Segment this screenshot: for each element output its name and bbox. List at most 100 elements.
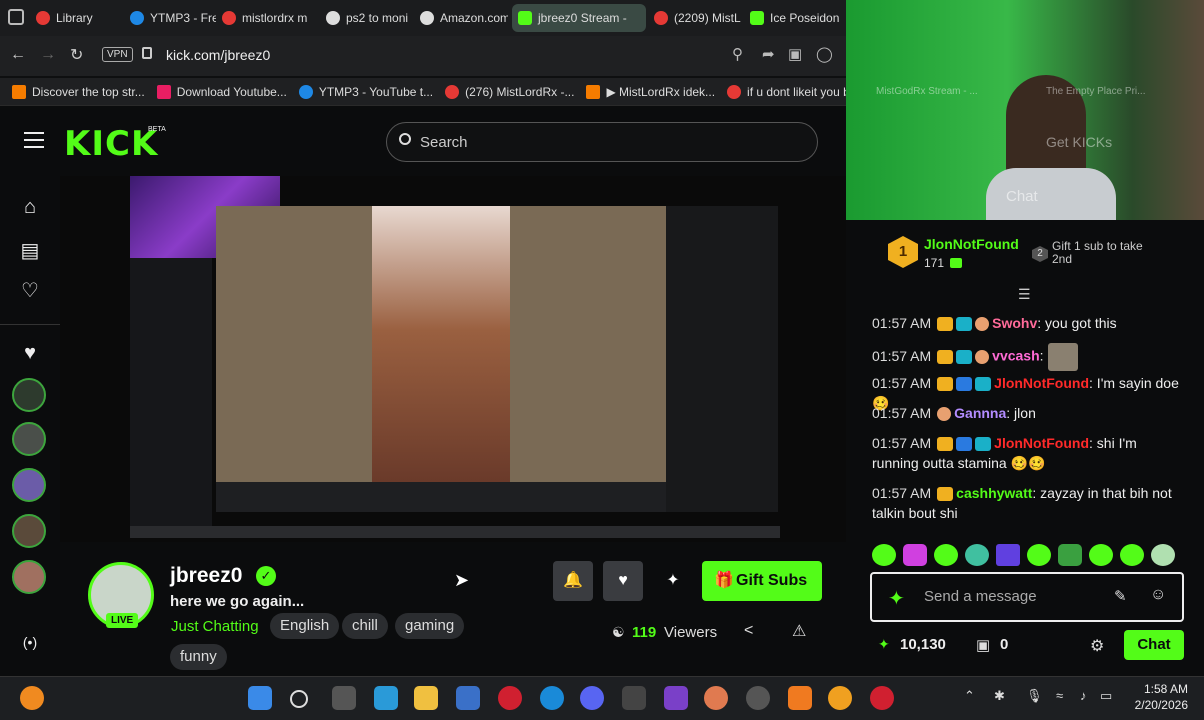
copilot-icon[interactable] bbox=[374, 686, 398, 710]
bookmark-item[interactable]: YTMP3 - YouTube t... bbox=[298, 84, 433, 99]
taskbar-date[interactable]: 2/20/2026 bbox=[1124, 698, 1188, 712]
emote-icon[interactable] bbox=[1027, 544, 1051, 566]
bookmark-item[interactable]: Discover the top str... bbox=[12, 84, 145, 99]
chat-input-box[interactable]: ✦ Send a message ✎ ☺ bbox=[870, 572, 1184, 622]
channel-avatar[interactable] bbox=[12, 468, 46, 502]
kick-logo[interactable]: KICK bbox=[64, 124, 158, 164]
tray-app-icon[interactable]: ✱ bbox=[994, 688, 1005, 704]
tag-chill[interactable]: chill bbox=[342, 613, 388, 639]
following-heart-icon[interactable]: ♡ bbox=[18, 278, 42, 302]
emote-icon[interactable] bbox=[1058, 544, 1082, 566]
report-icon[interactable]: ⚠ bbox=[792, 621, 806, 641]
task-view-icon[interactable] bbox=[332, 686, 356, 710]
tab-ps2[interactable]: ps2 to moni bbox=[320, 4, 412, 32]
emote-icon[interactable] bbox=[1120, 544, 1144, 566]
zoom-icon[interactable]: ⚲ bbox=[732, 45, 743, 63]
sparkle-icon[interactable]: ✦ bbox=[888, 586, 905, 611]
microphone-icon[interactable]: 🎙 bbox=[1026, 688, 1043, 704]
chrome-icon[interactable] bbox=[828, 686, 852, 710]
app-icon[interactable] bbox=[664, 686, 688, 710]
top-gifter-name[interactable]: JlonNotFound bbox=[924, 236, 1019, 252]
gift-subs-button[interactable]: 🎁 Gift Subs bbox=[702, 561, 822, 601]
emoji-icon[interactable]: ☺ bbox=[1150, 586, 1166, 604]
emote-icon[interactable] bbox=[965, 544, 989, 566]
discord-icon[interactable] bbox=[580, 686, 604, 710]
share-stream-icon[interactable]: < bbox=[744, 622, 753, 640]
wifi-icon[interactable]: ≈ bbox=[1056, 688, 1063, 703]
channel-avatar[interactable] bbox=[12, 560, 46, 594]
app-icon[interactable] bbox=[704, 686, 728, 710]
shield-icon[interactable]: ◯ bbox=[816, 45, 833, 63]
chat-input[interactable]: Send a message bbox=[924, 588, 1037, 605]
search-input[interactable]: Search bbox=[420, 134, 468, 151]
volume-icon[interactable]: ♪ bbox=[1080, 688, 1087, 703]
follow-heart-icon[interactable]: ♥ bbox=[603, 561, 643, 601]
tab-amazon[interactable]: Amazon.com bbox=[414, 4, 508, 32]
bookmark-item[interactable]: (276) MistLordRx -... bbox=[445, 84, 574, 99]
streamer-name[interactable]: jbreez0 bbox=[170, 564, 242, 588]
collapse-sidebar-icon[interactable]: (•) bbox=[18, 634, 42, 658]
browse-icon[interactable]: ▤ bbox=[18, 238, 42, 262]
camera-app-icon[interactable] bbox=[622, 686, 646, 710]
forward-icon[interactable]: → bbox=[40, 46, 56, 64]
emote-picker-icon[interactable]: ✎ bbox=[1114, 587, 1127, 605]
message-username[interactable]: JlonNotFound bbox=[994, 375, 1089, 391]
message-username[interactable]: Swohv bbox=[992, 315, 1037, 331]
reload-icon[interactable]: ↻ bbox=[70, 45, 83, 65]
gift-prompt[interactable]: Gift 1 sub to take 2nd bbox=[1052, 240, 1162, 266]
emote-icon[interactable] bbox=[996, 544, 1020, 566]
tab-jbreez0[interactable]: jbreez0 Stream - bbox=[512, 4, 646, 32]
camera-icon[interactable]: ▣ bbox=[788, 45, 802, 63]
start-icon[interactable] bbox=[248, 686, 272, 710]
back-icon[interactable]: ← bbox=[10, 46, 26, 64]
edge-icon[interactable] bbox=[540, 686, 564, 710]
emote-icon[interactable] bbox=[903, 544, 927, 566]
message-username[interactable]: vvcash bbox=[992, 348, 1039, 364]
bookmark-item[interactable]: if u dont likeit you b... bbox=[727, 84, 860, 99]
tab-menu-icon[interactable] bbox=[8, 9, 24, 25]
emote-icon[interactable] bbox=[934, 544, 958, 566]
search-taskbar-icon[interactable] bbox=[290, 690, 308, 708]
battery-icon[interactable]: ▭ bbox=[1100, 688, 1112, 704]
notification-bell-icon[interactable]: 🔔 bbox=[553, 561, 593, 601]
chat-settings-gear-icon[interactable]: ⚙ bbox=[1090, 636, 1104, 656]
sparkle-icon[interactable]: ✦ bbox=[653, 561, 693, 601]
tab-library[interactable]: Library bbox=[30, 4, 120, 32]
emote-icon[interactable] bbox=[1089, 544, 1113, 566]
message-username[interactable]: cashhywatt bbox=[956, 485, 1032, 501]
emote-icon[interactable] bbox=[872, 544, 896, 566]
hamburger-menu-icon[interactable] bbox=[24, 132, 44, 148]
settings-icon[interactable] bbox=[746, 686, 770, 710]
home-icon[interactable]: ⌂ bbox=[18, 196, 42, 220]
emote-icon[interactable] bbox=[1151, 544, 1175, 566]
chat-send-button[interactable]: Chat bbox=[1124, 630, 1184, 660]
category-link[interactable]: Just Chatting bbox=[171, 618, 259, 635]
mail-icon[interactable] bbox=[456, 686, 480, 710]
bookmark-item[interactable]: Download Youtube... bbox=[156, 84, 287, 99]
bookmark-item[interactable]: ▶ MistLordRx idek... bbox=[586, 84, 715, 99]
taskbar-time[interactable]: 1:58 AM bbox=[1140, 682, 1188, 696]
app-icon[interactable] bbox=[788, 686, 812, 710]
tab-mistl[interactable]: (2209) MistL bbox=[648, 4, 744, 32]
url-field[interactable]: kick.com/jbreez0 bbox=[166, 47, 270, 63]
tag-gaming[interactable]: gaming bbox=[395, 613, 465, 639]
tab-ytmp3[interactable]: YTMP3 - Fre bbox=[124, 4, 216, 32]
gift-box-icon[interactable]: ▣ bbox=[976, 636, 990, 654]
opera-icon[interactable] bbox=[498, 686, 522, 710]
tag-english[interactable]: English bbox=[270, 613, 340, 639]
channel-avatar[interactable] bbox=[12, 422, 46, 456]
video-player[interactable] bbox=[60, 176, 846, 542]
tab-ice-poseidon[interactable]: Ice Poseidon bbox=[744, 4, 844, 32]
pinned-toggle-icon[interactable]: ☰ bbox=[1018, 286, 1031, 303]
tag-funny[interactable]: funny bbox=[170, 644, 227, 670]
tray-chevron-icon[interactable]: ⌃ bbox=[964, 688, 975, 704]
channel-avatar[interactable] bbox=[12, 514, 46, 548]
opera-gx-icon[interactable] bbox=[870, 686, 894, 710]
file-explorer-icon[interactable] bbox=[414, 686, 438, 710]
search-box[interactable]: Search bbox=[386, 122, 818, 162]
message-username[interactable]: Gannna bbox=[954, 405, 1006, 421]
vpn-badge[interactable]: VPN bbox=[102, 47, 133, 62]
message-username[interactable]: JlonNotFound bbox=[994, 435, 1089, 451]
channel-avatar[interactable] bbox=[12, 378, 46, 412]
favorites-heart-icon[interactable]: ♥ bbox=[18, 342, 42, 366]
